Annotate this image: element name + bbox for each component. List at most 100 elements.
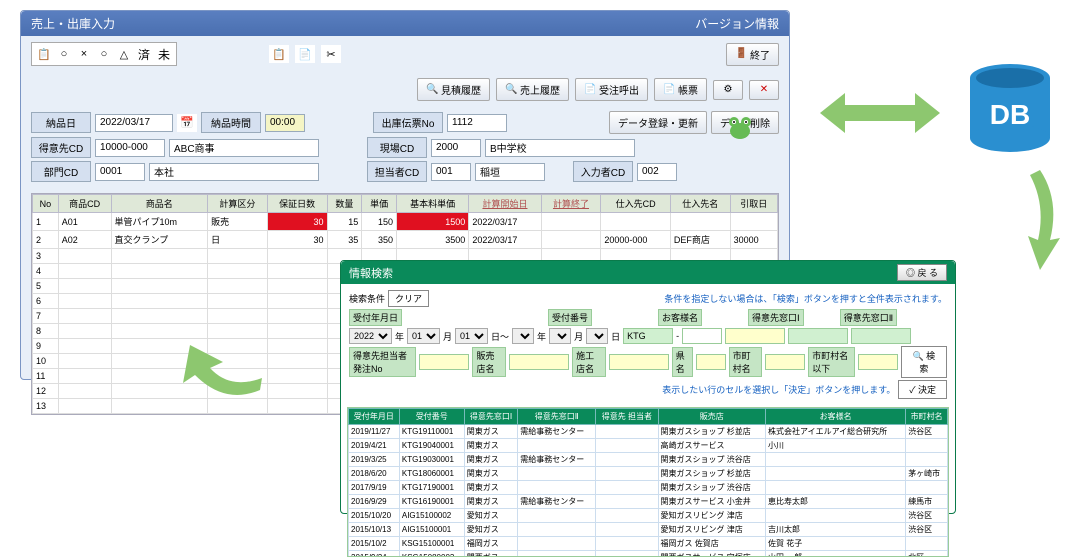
stamp-x-icon[interactable]: × bbox=[74, 45, 94, 63]
const-input[interactable] bbox=[609, 354, 669, 370]
search-grid-header[interactable]: 得意先 担当者 bbox=[596, 409, 658, 425]
estimate-history-button[interactable]: 見積履歴 bbox=[417, 78, 490, 101]
search-button[interactable]: 🔍 検 索 bbox=[901, 346, 947, 378]
sales-input[interactable] bbox=[509, 354, 569, 370]
doc-icon bbox=[663, 84, 675, 96]
search-result-row[interactable]: 2015/10/20AIG15100002愛知ガス愛知ガスリビング 津店渋谷区 bbox=[349, 509, 948, 523]
search-result-row[interactable]: 2019/11/27KTG19110001関東ガス需給事務センター関東ガスショッ… bbox=[349, 425, 948, 439]
search-result-row[interactable]: 2019/4/21KTG19040001関東ガス高崎ガスサービス小川 bbox=[349, 439, 948, 453]
back-button[interactable]: ◎ 戻 る bbox=[897, 264, 947, 281]
order-recall-button[interactable]: 受注呼出 bbox=[575, 78, 648, 101]
calendar-icon[interactable]: 📅 bbox=[177, 114, 197, 132]
city-input[interactable] bbox=[765, 354, 805, 370]
grid-header[interactable]: 数量 bbox=[327, 195, 362, 213]
data-register-button[interactable]: データ登録・更新 bbox=[609, 111, 707, 134]
recv-no-input2[interactable] bbox=[682, 328, 722, 344]
search-grid-header[interactable]: お客様名 bbox=[766, 409, 906, 425]
stamp-o-icon[interactable]: ○ bbox=[94, 45, 114, 63]
sales-history-button[interactable]: 売上履歴 bbox=[496, 78, 569, 101]
toolbar: 📋 ○ × ○ △ 済 未 📋 📄 ✂ 終了 bbox=[21, 36, 789, 72]
doc-icon bbox=[584, 84, 596, 96]
search-result-grid[interactable]: 受付年月日受付番号得意先窓口Ⅰ得意先窓口Ⅱ得意先 担当者販売店お客様名市町村名 … bbox=[347, 407, 949, 557]
window1-input[interactable] bbox=[788, 328, 848, 344]
search-result-row[interactable]: 2019/3/25KTG19030001関東ガス需給事務センター関東ガスショップ… bbox=[349, 453, 948, 467]
dept-cd-field[interactable]: 0001 bbox=[95, 163, 145, 181]
grid-header[interactable]: 商品名 bbox=[111, 195, 208, 213]
settings-button[interactable] bbox=[713, 80, 743, 100]
search-icon bbox=[505, 84, 517, 96]
table-row[interactable]: 2A02直交クランプ日303535035002022/03/1720000-00… bbox=[33, 231, 778, 249]
grid-header[interactable]: 仕入先CD bbox=[601, 195, 671, 213]
day-select[interactable]: 01 bbox=[455, 328, 488, 344]
grid-header[interactable]: 引取日 bbox=[730, 195, 777, 213]
dept-cd-label: 部門CD bbox=[31, 161, 91, 182]
day2-select[interactable] bbox=[586, 328, 608, 344]
stamp-mi[interactable]: 未 bbox=[154, 46, 174, 63]
cut-icon[interactable]: ✂ bbox=[321, 45, 341, 63]
decide-button[interactable]: ✓ 決定 bbox=[898, 380, 947, 399]
search-result-row[interactable]: 2016/9/29KTG16190001関東ガス需給事務センター関東ガスサービス… bbox=[349, 495, 948, 509]
staff-name-field: 稲垣 bbox=[475, 163, 545, 181]
grid-header[interactable]: 計算終了 bbox=[541, 195, 601, 213]
grid-header[interactable]: 計算開始日 bbox=[469, 195, 541, 213]
grid-header[interactable]: No bbox=[33, 195, 59, 213]
city-like-input[interactable] bbox=[858, 354, 898, 370]
grid-header[interactable]: 商品CD bbox=[58, 195, 111, 213]
close-button[interactable] bbox=[749, 80, 779, 100]
window2-input[interactable] bbox=[851, 328, 911, 344]
order-no-input[interactable] bbox=[419, 354, 469, 370]
clear-button[interactable]: クリア bbox=[388, 290, 429, 307]
paste-icon[interactable]: 📄 bbox=[295, 45, 315, 63]
search-grid-header[interactable]: 得意先窓口Ⅱ bbox=[518, 409, 596, 425]
entry-cd-field[interactable]: 002 bbox=[637, 163, 677, 181]
recv-no-input[interactable] bbox=[623, 328, 673, 344]
cond-label: 検索条件 bbox=[349, 292, 385, 305]
city-label: 市町村名 bbox=[729, 347, 763, 377]
delivery-date-field[interactable]: 2022/03/17 bbox=[95, 114, 173, 132]
site-name-field: B中学校 bbox=[485, 139, 635, 157]
search-grid-header[interactable]: 市町村名 bbox=[906, 409, 948, 425]
stamp-triangle-icon[interactable]: △ bbox=[114, 45, 134, 63]
slip-no-field[interactable]: 1112 bbox=[447, 114, 507, 132]
search-grid-header[interactable]: 得意先窓口Ⅰ bbox=[464, 409, 517, 425]
search-result-row[interactable]: 2015/9/24KSG15080003関西ガス関西ガスサービス 宝塚店山田 一… bbox=[349, 551, 948, 557]
grid-header[interactable]: 仕入先名 bbox=[670, 195, 730, 213]
cust-name-label: お客様名 bbox=[658, 309, 702, 326]
year2-select[interactable] bbox=[512, 328, 534, 344]
grid-header[interactable]: 基本料単価 bbox=[397, 195, 469, 213]
grid-header[interactable]: 保証日数 bbox=[267, 195, 327, 213]
order-no-label: 得意先担当者発注No bbox=[349, 347, 416, 377]
search-grid-header[interactable]: 受付番号 bbox=[399, 409, 464, 425]
bidirectional-arrow-icon bbox=[820, 88, 940, 138]
cust-name-input[interactable] bbox=[725, 328, 785, 344]
database-icon: DB bbox=[960, 60, 1060, 160]
month2-select[interactable] bbox=[549, 328, 571, 344]
stamp-circle-icon[interactable]: ○ bbox=[54, 45, 74, 63]
table-row[interactable]: 1A01単管パイプ10m販売301515015002022/03/17 bbox=[33, 213, 778, 231]
exit-button[interactable]: 終了 bbox=[726, 43, 779, 66]
search-grid-header[interactable]: 販売店 bbox=[658, 409, 766, 425]
search-result-row[interactable]: 2017/9/19KTG17190001関東ガス関東ガスショップ 渋谷店 bbox=[349, 481, 948, 495]
pref-input[interactable] bbox=[696, 354, 726, 370]
search-result-row[interactable]: 2018/6/20KTG18060001関東ガス関東ガスショップ 杉並店茅ヶ崎市 bbox=[349, 467, 948, 481]
version-link[interactable]: バージョン情報 bbox=[695, 15, 779, 32]
stamp-sumi[interactable]: 済 bbox=[134, 46, 154, 63]
delivery-date-label: 納品日 bbox=[31, 112, 91, 133]
grid-header[interactable]: 単価 bbox=[362, 195, 397, 213]
search-title-bar: 情報検索 ◎ 戻 る bbox=[341, 261, 955, 284]
search-grid-header[interactable]: 受付年月日 bbox=[349, 409, 400, 425]
customer-cd-field[interactable]: 10000-000 bbox=[95, 139, 165, 157]
year-select[interactable]: 2022 bbox=[349, 328, 392, 344]
report-button[interactable]: 帳票 bbox=[654, 78, 707, 101]
staff-cd-field[interactable]: 001 bbox=[431, 163, 471, 181]
slip-no-label: 出庫伝票No bbox=[373, 112, 443, 133]
stamp-doc-icon[interactable]: 📋 bbox=[34, 45, 54, 63]
copy-icon[interactable]: 📋 bbox=[269, 45, 289, 63]
search-result-row[interactable]: 2015/10/2KSG15100001福岡ガス福岡ガス 佐賀店佐賀 花子 bbox=[349, 537, 948, 551]
site-cd-field[interactable]: 2000 bbox=[431, 139, 481, 157]
delivery-time-field[interactable]: 00:00 bbox=[265, 114, 305, 132]
grid-header[interactable]: 計算区分 bbox=[208, 195, 268, 213]
window-title: 売上・出庫入力 bbox=[31, 15, 115, 32]
site-cd-label: 現場CD bbox=[367, 137, 427, 158]
month-select[interactable]: 01 bbox=[407, 328, 440, 344]
